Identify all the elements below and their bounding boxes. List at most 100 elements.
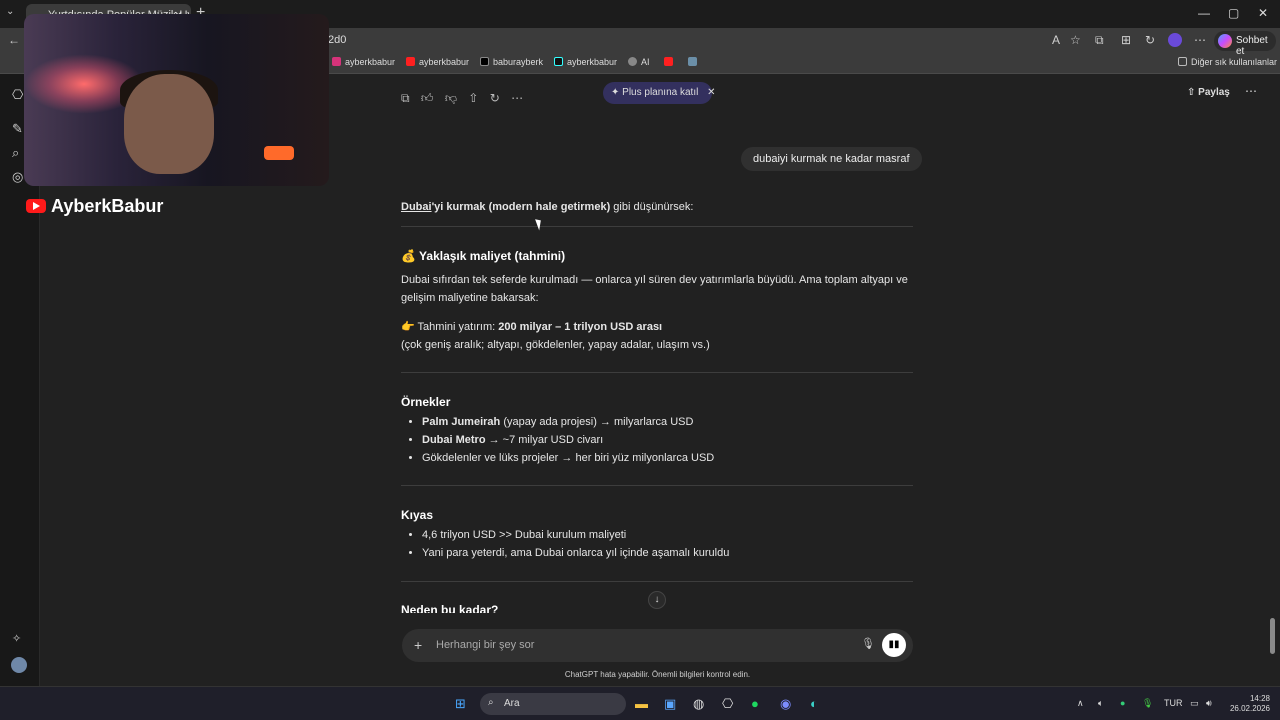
bookmark-youtube-2[interactable]: [664, 57, 677, 67]
back-icon[interactable]: ←: [8, 33, 20, 47]
new-chat-icon[interactable]: ✎: [12, 121, 23, 137]
search-icon[interactable]: ⌕: [12, 145, 19, 161]
speaker-icon[interactable]: 🔈︎: [1098, 698, 1103, 709]
scroll-down-button[interactable]: ↓: [648, 591, 666, 609]
mic-tray-icon[interactable]: 🎙︎: [1142, 698, 1153, 709]
tray-chevron-icon[interactable]: ∧: [1077, 698, 1084, 709]
collections-icon[interactable]: ⊞: [1121, 33, 1131, 47]
nvidia-icon[interactable]: ●: [1120, 698, 1125, 708]
estimate-value: 200 milyar – 1 trilyon USD arası: [498, 321, 663, 333]
estimate-line: 👉 Tahmini yatırım: 200 milyar – 1 trilyo…: [401, 318, 913, 336]
maximize-icon[interactable]: ▢: [1228, 6, 1239, 20]
list-item: Dubai Metro → ~7 milyar USD civarı: [422, 431, 913, 449]
assistant-message: Dubai'yi kurmak (modern hale getirmek) g…: [401, 198, 913, 613]
share-label: Paylaş: [1198, 87, 1230, 98]
tab-list-chevron-icon[interactable]: ⌄: [6, 6, 14, 17]
share-button[interactable]: ⇧ Paylaş: [1187, 87, 1230, 98]
edge-icon[interactable]: ◐: [810, 696, 818, 711]
taskbar-search[interactable]: ⌕ Ara: [480, 693, 626, 715]
more-actions-icon[interactable]: ⋯: [511, 91, 523, 105]
webcam-person: [124, 74, 214, 174]
regenerate-icon[interactable]: ↻: [490, 91, 500, 105]
youtube-icon: [406, 57, 415, 66]
history-icon[interactable]: ↻: [1145, 33, 1155, 47]
plus-plan-banner[interactable]: ✦ Plus planına katıl ✕: [603, 82, 716, 104]
voice-mode-button[interactable]: ▮▮: [882, 633, 906, 657]
microphone-icon[interactable]: 🎙︎: [861, 637, 875, 650]
bookmark-ai[interactable]: AI: [628, 57, 650, 67]
prompt-input[interactable]: [436, 636, 836, 654]
webcam-overlay: [24, 14, 329, 186]
favorite-star-icon[interactable]: ☆: [1070, 33, 1081, 47]
webcam-fireplace: [264, 146, 294, 160]
network-icon[interactable]: ▭: [1190, 698, 1199, 709]
language-indicator[interactable]: TUR: [1164, 698, 1183, 708]
attach-plus-icon[interactable]: +: [414, 637, 422, 653]
list-item: 4,6 trilyon USD >> Dubai kurulum maliyet…: [422, 526, 913, 544]
copy-icon[interactable]: ⧉: [401, 91, 410, 105]
estimate-prefix: 👉 Tahmini yatırım:: [401, 321, 499, 333]
thumbs-up-icon[interactable]: 👍︎: [421, 91, 434, 105]
divider: [401, 485, 913, 486]
disclaimer: ChatGPT hata yapabilir. Önemli bilgileri…: [564, 670, 751, 679]
clock-date: 26.02.2026: [1229, 704, 1270, 713]
intro-rest: gibi düşünürsek:: [610, 201, 694, 213]
close-window-icon[interactable]: ✕: [1258, 6, 1268, 20]
url-text: 2d0: [328, 34, 347, 46]
file-explorer-icon[interactable]: ▬: [635, 696, 648, 711]
taskbar-search-label: Ara: [504, 698, 520, 709]
conversation-menu-icon[interactable]: ⋯: [1245, 84, 1257, 98]
copilot-chat-button[interactable]: Sohbet et: [1214, 31, 1276, 57]
upgrade-sparkle-icon[interactable]: ✧: [12, 632, 21, 645]
discord-icon[interactable]: ◉: [780, 696, 791, 712]
intro-line: Dubai'yi kurmak (modern hale getirmek) g…: [401, 198, 913, 216]
steam-icon[interactable]: ◍: [693, 696, 704, 712]
list-item: Yani para yeterdi, ama Dubai onlarca yıl…: [422, 544, 913, 562]
extensions-icon[interactable]: ⧉: [1095, 33, 1104, 48]
read-aloud-icon[interactable]: A: [1052, 33, 1060, 47]
url-field[interactable]: 2d0: [300, 31, 1090, 51]
spotify-icon[interactable]: ●: [751, 696, 759, 711]
tiktok-icon: [554, 57, 563, 66]
channel-name: AyberkBabur: [51, 196, 164, 216]
youtube-icon: [664, 57, 673, 66]
user-message-text: dubaiyi kurmak ne kadar masraf: [753, 153, 910, 165]
more-menu-icon[interactable]: ⋯: [1194, 33, 1206, 47]
bookmark-youtube[interactable]: ayberkbabur: [406, 57, 469, 67]
library-icon[interactable]: ◎: [12, 169, 23, 185]
share-arrow-icon[interactable]: ⇧: [468, 91, 478, 105]
photos-icon[interactable]: ▣: [664, 696, 676, 712]
windows-taskbar: ⊞ ⌕ Ara ▬ ▣ ◍ ⎔ ● ◉ ◐ ∧ 🔈︎ ● 🎙︎ TUR ▭ 🔊︎…: [0, 686, 1280, 720]
composer: + 🎙︎ ▮▮: [402, 629, 913, 662]
cost-text: Dubai sıfırdan tek seferde kurulmadı — o…: [401, 274, 908, 304]
compare-list: 4,6 trilyon USD >> Dubai kurulum maliyet…: [401, 526, 913, 562]
folder-icon: [1178, 57, 1187, 66]
cost-heading: 💰 Yaklaşık maliyet (tahmini): [401, 249, 566, 263]
plus-plan-label: ✦ Plus planına katıl: [611, 87, 699, 98]
other-favorites[interactable]: Diğer sık kullanılanlar: [1178, 57, 1277, 67]
windows-start-icon[interactable]: ⊞: [455, 696, 466, 712]
clock-time: 14:28: [1249, 694, 1270, 703]
page-scrollbar[interactable]: [1270, 618, 1275, 654]
chatgpt-logo-icon[interactable]: ⎔: [12, 87, 23, 103]
ai-icon: [628, 57, 637, 66]
close-banner-icon[interactable]: ✕: [707, 87, 715, 98]
volume-icon[interactable]: 🔊︎: [1206, 698, 1212, 709]
thumbs-down-icon[interactable]: 👎︎: [445, 91, 457, 105]
user-avatar[interactable]: [11, 657, 27, 673]
bookmark-instagram[interactable]: ayberkbabur: [332, 57, 395, 67]
chatgpt-app-icon[interactable]: ⎔: [722, 696, 733, 712]
bookmark-tiktok[interactable]: ayberkbabur: [554, 57, 617, 67]
bookmark-x[interactable]: baburayberk: [480, 57, 543, 67]
profile-avatar[interactable]: [1168, 33, 1182, 47]
minimize-icon[interactable]: —: [1198, 6, 1210, 20]
user-message-bubble: dubaiyi kurmak ne kadar masraf: [741, 147, 922, 171]
search-icon: ⌕: [488, 697, 494, 708]
bookmark-image[interactable]: [688, 57, 701, 67]
youtube-logo-icon: [26, 199, 46, 213]
message-actions: ⧉ 👍︎ 👎︎ ⇧ ↻ ⋯: [401, 91, 531, 106]
clock[interactable]: 14:28 26.02.2026: [1228, 694, 1270, 714]
divider: [401, 372, 913, 373]
divider: [401, 226, 913, 227]
dubai-link[interactable]: Dubai: [401, 201, 432, 213]
